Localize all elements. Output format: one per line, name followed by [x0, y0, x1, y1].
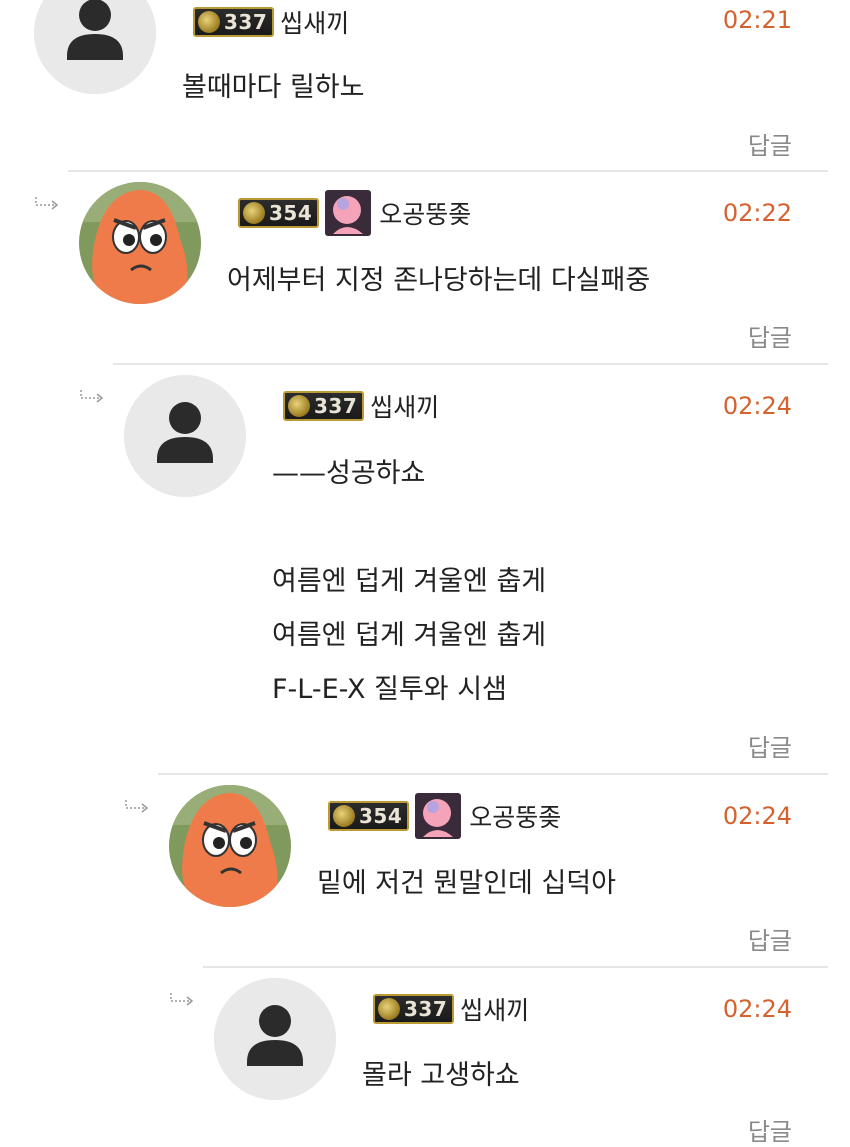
- divider: [203, 966, 828, 968]
- reply-button[interactable]: 답글: [748, 318, 792, 353]
- user-avatar[interactable]: [79, 182, 201, 304]
- level-number: 354: [359, 804, 403, 828]
- comment-meta: 337 씹새끼: [193, 2, 349, 42]
- default-user-icon: [124, 375, 246, 497]
- user-avatar[interactable]: [169, 785, 291, 907]
- level-badge: 337: [193, 7, 275, 37]
- username[interactable]: 씹새끼: [370, 388, 439, 424]
- username[interactable]: 씹새끼: [460, 991, 529, 1027]
- comment-meta: 337 씹새끼: [373, 989, 529, 1029]
- level-number: 354: [269, 201, 313, 225]
- divider: [113, 363, 828, 365]
- medal-icon: [243, 202, 265, 224]
- level-number: 337: [404, 997, 448, 1021]
- reply-button[interactable]: 답글: [748, 921, 792, 956]
- comment-line: 여름엔 덥게 겨울엔 춥게: [272, 566, 547, 597]
- reply-arrow-icon: [125, 800, 149, 813]
- level-badge: 354: [328, 801, 410, 831]
- comment-line: ——성공하쇼: [272, 458, 426, 489]
- timestamp: 02:22: [722, 199, 792, 227]
- medal-icon: [378, 998, 400, 1020]
- divider: [158, 773, 828, 775]
- reply-arrow-icon: [170, 993, 194, 1006]
- user-avatar[interactable]: [34, 0, 156, 94]
- timestamp: 02:24: [722, 392, 792, 420]
- username[interactable]: 씹새끼: [280, 4, 349, 40]
- timestamp: 02:24: [722, 995, 792, 1023]
- user-avatar[interactable]: [214, 978, 336, 1100]
- comment-text: 어제부터 지정 존나당하는데 다실패중: [227, 265, 651, 296]
- reply-arrow-icon: [35, 197, 59, 210]
- pink-character-icon: [415, 793, 462, 839]
- starfish-cartoon-avatar: [79, 182, 201, 304]
- medal-icon: [198, 11, 220, 33]
- medal-icon: [333, 805, 355, 827]
- default-user-icon: [34, 0, 156, 94]
- comment-text: 밑에 저건 뭔말인데 십덕아: [317, 868, 616, 899]
- comment-meta: 354 오공뚱좆: [328, 793, 561, 839]
- level-badge: 337: [283, 391, 365, 421]
- username[interactable]: 오공뚱좆: [469, 798, 561, 834]
- reply-arrow-icon: [80, 390, 104, 403]
- comment-meta: 354 오공뚱좆: [238, 190, 471, 236]
- level-badge: 337: [373, 994, 455, 1024]
- reply-button[interactable]: 답글: [748, 728, 792, 763]
- medal-icon: [288, 395, 310, 417]
- user-avatar[interactable]: [124, 375, 246, 497]
- reply-button[interactable]: 답글: [748, 126, 792, 161]
- comment-text: 몰라 고생하쇼: [362, 1060, 520, 1091]
- level-badge: 354: [238, 198, 320, 228]
- starfish-cartoon-avatar: [169, 785, 291, 907]
- timestamp: 02:21: [722, 6, 792, 34]
- divider: [68, 170, 828, 172]
- comment-meta: 337 씹새끼: [283, 386, 439, 426]
- level-number: 337: [224, 10, 268, 34]
- comment-text: 볼때마다 릴하노: [182, 72, 365, 103]
- pink-character-icon: [325, 190, 372, 236]
- default-user-icon: [214, 978, 336, 1100]
- level-number: 337: [314, 394, 358, 418]
- comment-line: F-L-E-X 질투와 시샘: [272, 674, 507, 705]
- comment-line: 여름엔 덥게 겨울엔 춥게: [272, 620, 547, 651]
- timestamp: 02:24: [722, 802, 792, 830]
- username[interactable]: 오공뚱좆: [379, 195, 471, 231]
